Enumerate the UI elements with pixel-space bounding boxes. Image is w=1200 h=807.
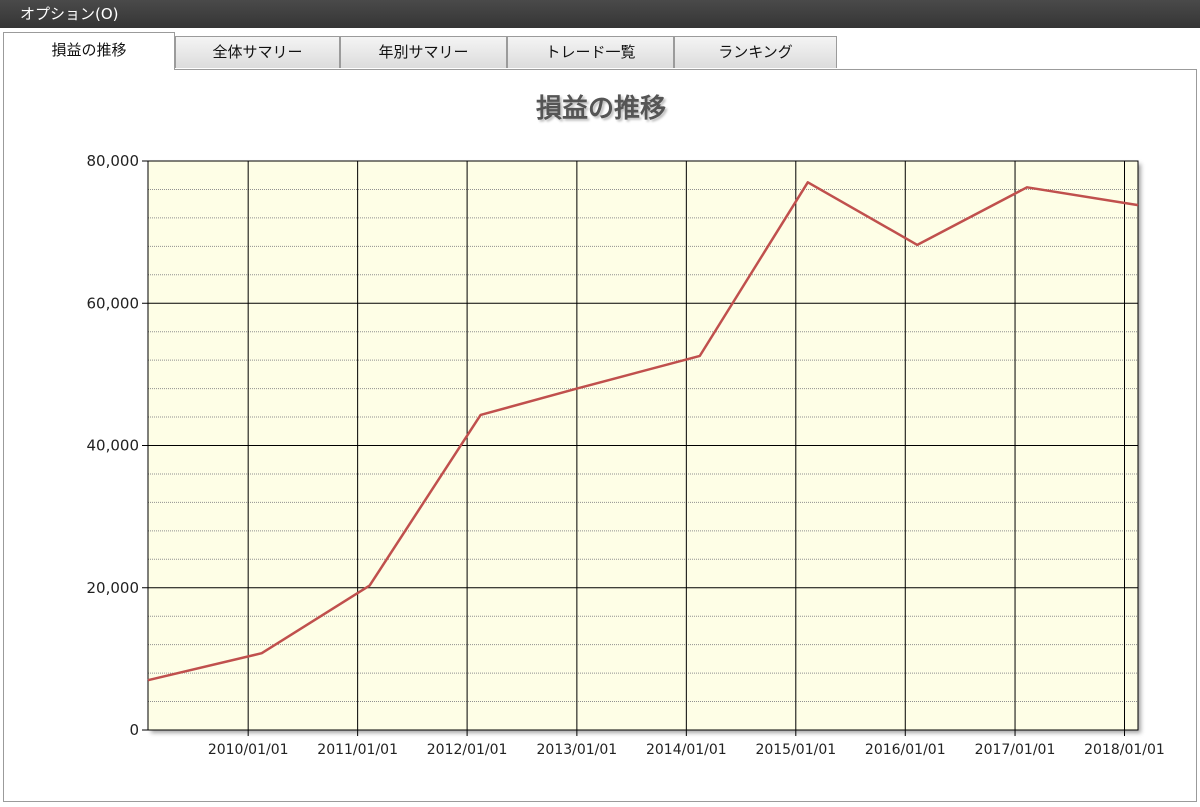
tab-profit-trend[interactable]: 損益の推移 bbox=[3, 32, 175, 70]
x-tick-label: 2017/01/01 bbox=[975, 742, 1056, 758]
x-tick-label: 2016/01/01 bbox=[865, 742, 946, 758]
y-tick-label: 0 bbox=[129, 721, 139, 739]
tab-strip: 損益の推移 全体サマリー 年別サマリー トレード一覧 ランキング bbox=[0, 32, 1200, 70]
tab-overall-summary[interactable]: 全体サマリー bbox=[175, 36, 340, 68]
y-tick-label: 40,000 bbox=[87, 437, 140, 455]
plot-area: 0 20,000 40,000 60,000 80,000 2010/01/01 2011/… bbox=[87, 152, 1165, 758]
x-tick-label: 2014/01/01 bbox=[646, 742, 727, 758]
x-tick-label: 2012/01/01 bbox=[427, 742, 508, 758]
profit-trend-chart: 損益の推移 0 20,000 40,000 60,000 80,000 2010/01/0… bbox=[87, 94, 1165, 758]
y-tick-label: 20,000 bbox=[87, 579, 140, 597]
options-menu[interactable]: オプション(O) bbox=[20, 5, 119, 23]
x-tick-label: 2018/01/01 bbox=[1084, 742, 1165, 758]
y-tick-label: 60,000 bbox=[87, 294, 140, 312]
x-tick-label: 2011/01/01 bbox=[317, 742, 398, 758]
tab-ranking[interactable]: ランキング bbox=[674, 36, 837, 68]
chart-title: 損益の推移 bbox=[536, 94, 666, 124]
tab-trade-list[interactable]: トレード一覧 bbox=[507, 36, 674, 68]
x-tick-label: 2013/01/01 bbox=[537, 742, 618, 758]
x-tick-label: 2015/01/01 bbox=[755, 742, 836, 758]
menu-bar: オプション(O) bbox=[0, 0, 1200, 28]
y-tick-label: 80,000 bbox=[87, 152, 140, 170]
tab-yearly-summary[interactable]: 年別サマリー bbox=[340, 36, 507, 68]
chart-panel: 損益の推移 0 20,000 40,000 60,000 80,000 2010/01/0… bbox=[3, 69, 1197, 802]
x-tick-label: 2010/01/01 bbox=[208, 742, 289, 758]
